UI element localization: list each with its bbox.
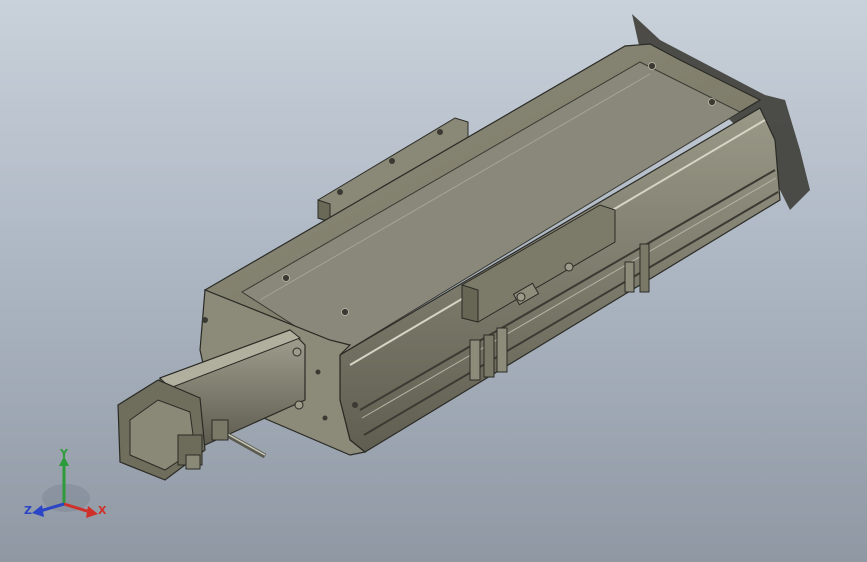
x-axis-arrow-icon — [86, 506, 98, 518]
x-axis-label: X — [98, 504, 107, 517]
graphics-viewport[interactable]: Y X Z — [0, 0, 867, 562]
z-axis-arrow-icon — [32, 505, 44, 517]
z-axis-label: Z — [24, 504, 32, 517]
linear-actuator-model[interactable] — [0, 0, 867, 562]
axis-triad-graphic: Y X Z — [24, 447, 107, 518]
y-axis-label: Y — [59, 448, 69, 460]
view-orientation-triad: Y X Z — [24, 447, 108, 524]
